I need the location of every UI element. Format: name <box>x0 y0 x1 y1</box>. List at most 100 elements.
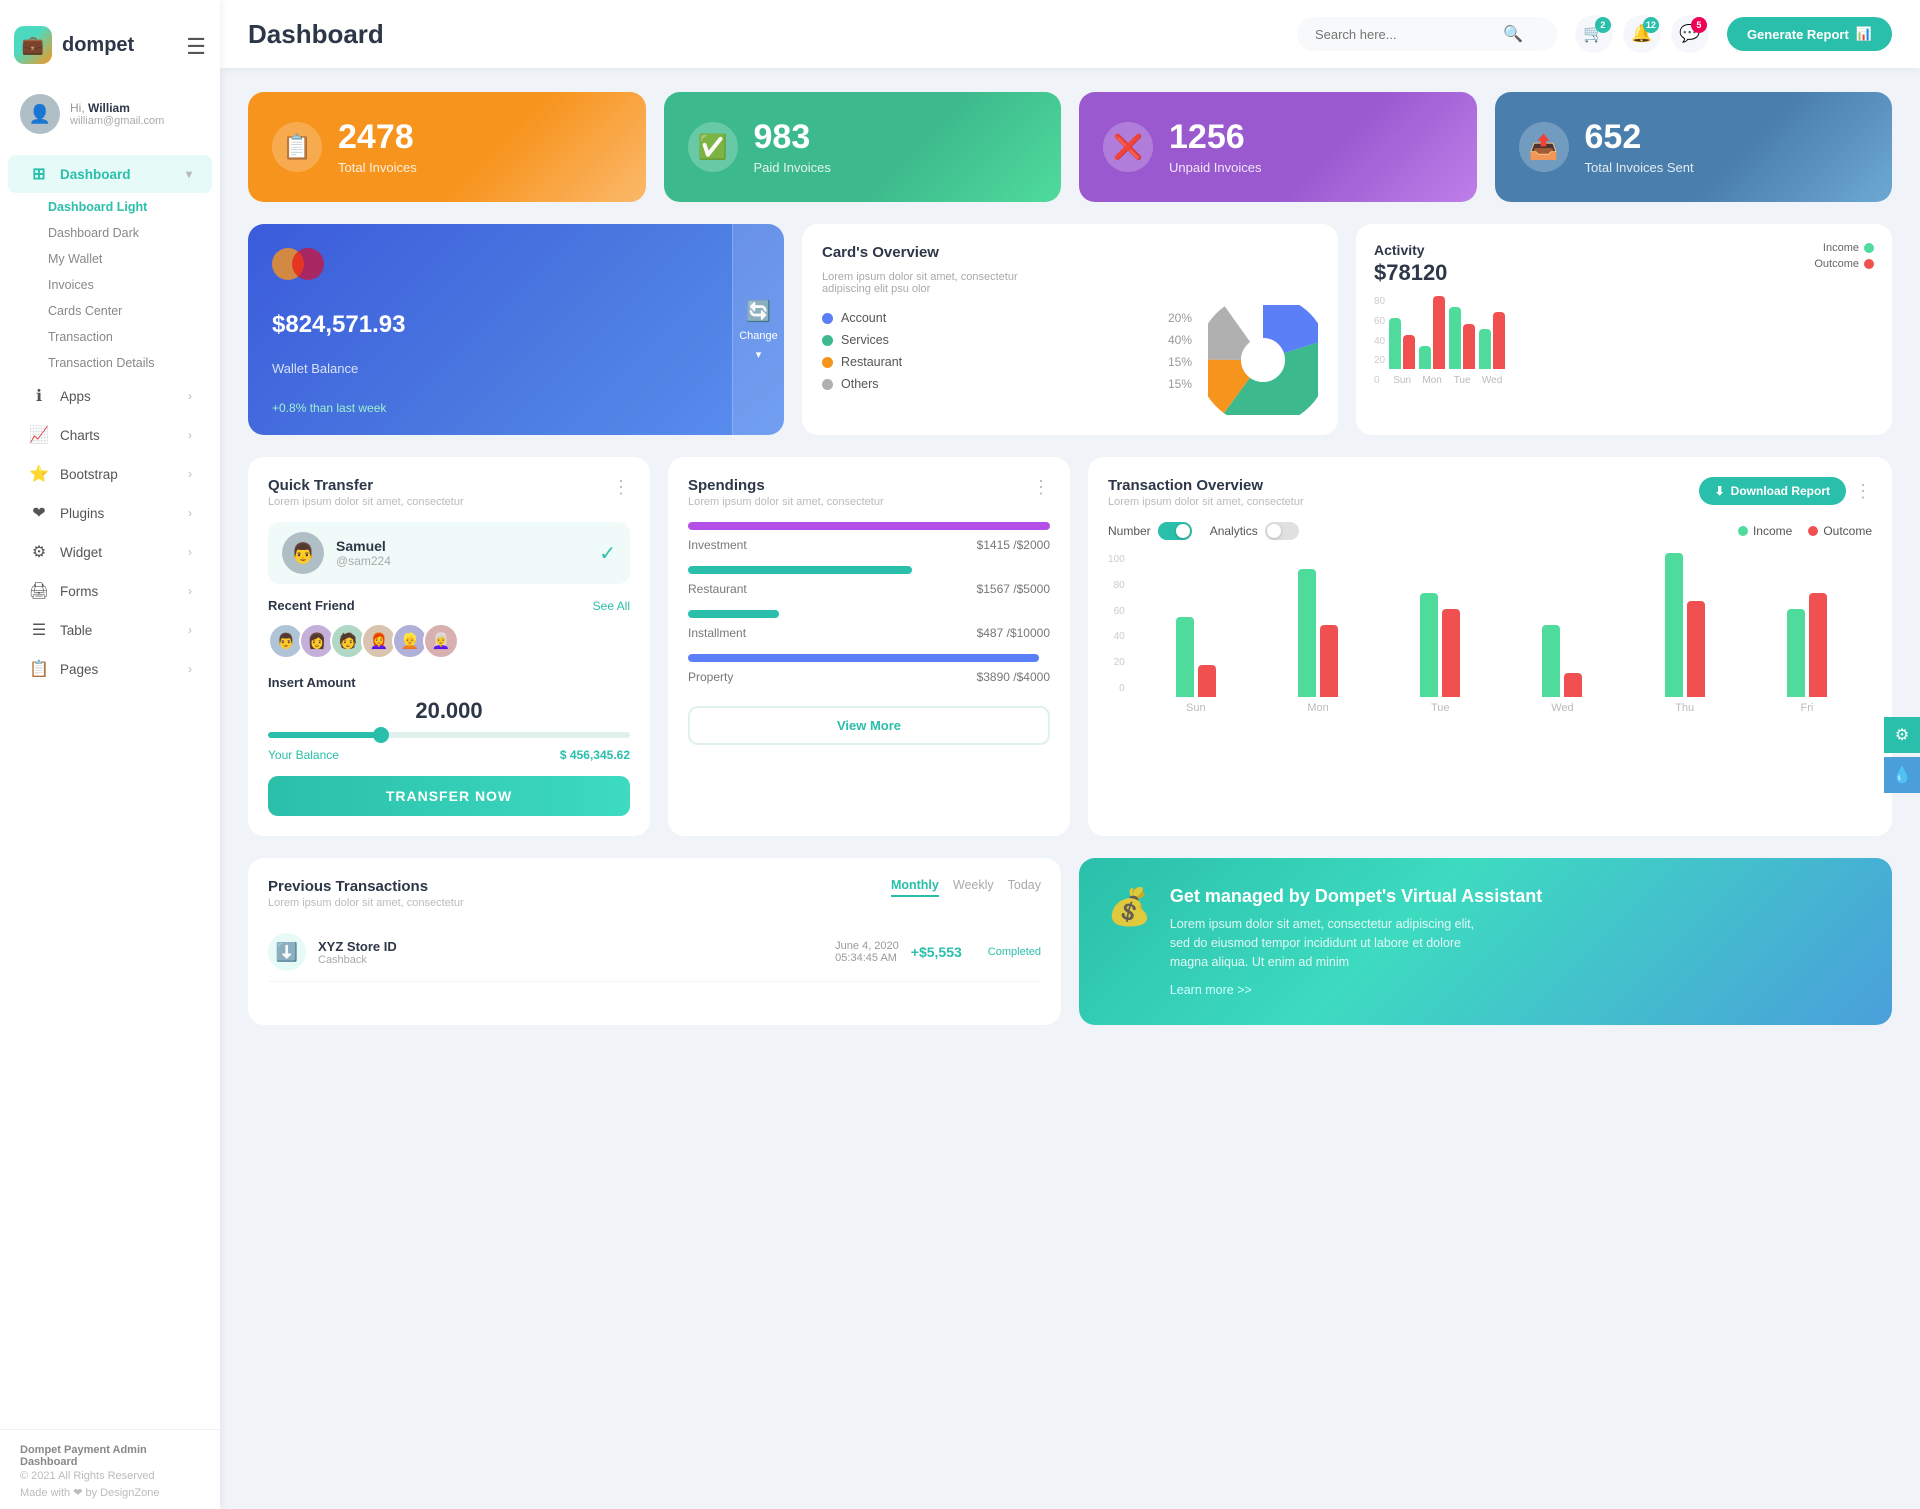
friend-avatar-6[interactable]: 👩‍🦳 <box>423 623 459 659</box>
pt-tab-weekly[interactable]: Weekly <box>953 878 994 897</box>
spending-bar-property <box>688 654 1039 662</box>
total-sent-icon: 📤 <box>1519 122 1569 172</box>
legend-pct-restaurant: 15% <box>1168 355 1192 369</box>
user-email: william@gmail.com <box>70 115 164 127</box>
bar-group-wed: Wed <box>1479 312 1505 386</box>
sidebar-sub-cards-center[interactable]: Cards Center <box>38 298 220 324</box>
big-bar-pair-sun <box>1176 617 1216 697</box>
generate-report-button[interactable]: Generate Report 📊 <box>1727 17 1892 51</box>
download-icon: ⬇ <box>1715 484 1725 498</box>
hamburger-icon[interactable]: ☰ <box>172 16 206 74</box>
transaction-overview-header: Transaction Overview Lorem ipsum dolor s… <box>1108 477 1872 508</box>
sidebar-item-dashboard[interactable]: ⊞ Dashboard ▾ <box>8 155 212 193</box>
chevron-right-icon-2: › <box>188 428 192 442</box>
transaction-type: Cashback <box>318 954 823 966</box>
spendings-card: Spendings Lorem ipsum dolor sit amet, co… <box>668 457 1070 836</box>
message-icon-btn[interactable]: 💬 5 <box>1671 15 1709 53</box>
big-bar-pair-wed <box>1542 625 1582 697</box>
big-bar-pair-mon <box>1298 569 1338 697</box>
transfer-user[interactable]: 👨 Samuel @sam224 ✓ <box>268 522 630 584</box>
stat-card-total-invoices: 📋 2478 Total Invoices <box>248 92 646 202</box>
table-icon: ☰ <box>28 620 50 640</box>
sidebar-item-forms[interactable]: 🖨 Forms › <box>8 572 212 610</box>
chart-icon: 📊 <box>1856 26 1872 42</box>
more-dots-spendings[interactable]: ⋮ <box>1032 477 1050 498</box>
search-bar[interactable]: 🔍 <box>1297 17 1557 51</box>
transfer-handle: @sam224 <box>336 554 391 568</box>
sidebar-item-bootstrap[interactable]: ⭐ Bootstrap › <box>8 455 212 493</box>
transaction-legend-group: Income Outcome <box>1738 524 1872 538</box>
insert-amount-label: Insert Amount <box>268 675 630 690</box>
transaction-status: Completed <box>988 946 1041 958</box>
bar-tue-income <box>1449 307 1461 369</box>
unpaid-invoices-label: Unpaid Invoices <box>1169 160 1262 175</box>
slider-thumb[interactable] <box>373 727 389 743</box>
activity-outcome-legend: Outcome <box>1814 258 1874 270</box>
water-panel-btn[interactable]: 💧 <box>1884 757 1920 793</box>
transaction-date: June 4, 2020 <box>835 940 899 952</box>
download-report-button[interactable]: ⬇ Download Report <box>1699 477 1846 505</box>
row2: $824,571.93 Wallet Balance +0.8% than la… <box>248 224 1892 435</box>
widget-icon: ⚙ <box>28 542 50 562</box>
sidebar-item-apps[interactable]: ℹ Apps › <box>8 377 212 415</box>
apps-icon: ℹ <box>28 386 50 406</box>
spending-amount-installment: $487 /$10000 <box>977 626 1050 640</box>
activity-amount: $78120 <box>1374 260 1447 286</box>
activity-y-labels: 806040200 <box>1374 296 1389 386</box>
activity-outcome-label: Outcome <box>1814 258 1859 270</box>
wallet-label: Wallet Balance <box>272 361 760 376</box>
spending-label-investment: Investment <box>688 538 747 552</box>
sidebar-item-charts[interactable]: 📈 Charts › <box>8 416 212 454</box>
brand-name: dompet <box>62 34 134 57</box>
sidebar-sub-dashboard-light[interactable]: Dashboard Light <box>38 194 220 220</box>
transfer-now-button[interactable]: TRANSFER NOW <box>268 776 630 816</box>
more-dots-transaction-overview[interactable]: ⋮ <box>1854 481 1872 502</box>
more-dots-quick-transfer[interactable]: ⋮ <box>612 477 630 498</box>
bar-label-wed: Wed <box>1482 375 1502 386</box>
sidebar-item-pages[interactable]: 📋 Pages › <box>8 650 212 688</box>
cart-icon-btn[interactable]: 🛒 2 <box>1575 15 1613 53</box>
transfer-avatar: 👨 <box>282 532 324 574</box>
sidebar-sub-my-wallet[interactable]: My Wallet <box>38 246 220 272</box>
chevron-right-icon-7: › <box>188 623 192 637</box>
legend-dot-restaurant <box>822 357 833 368</box>
see-all-link[interactable]: See All <box>593 599 630 613</box>
sidebar-sub-dashboard-dark[interactable]: Dashboard Dark <box>38 220 220 246</box>
legend-dot-services <box>822 335 833 346</box>
legend-services: Services 40% <box>822 333 1192 347</box>
sidebar-sub-transaction-details[interactable]: Transaction Details <box>38 350 220 376</box>
transaction-amount: +$5,553 <box>911 944 962 960</box>
search-input[interactable] <box>1315 27 1495 42</box>
legend-pct-services: 40% <box>1168 333 1192 347</box>
settings-panel-btn[interactable]: ⚙ <box>1884 717 1920 753</box>
big-bar-wed: Wed <box>1505 625 1619 714</box>
analytics-toggle[interactable] <box>1265 522 1299 540</box>
sidebar-sub-transaction[interactable]: Transaction <box>38 324 220 350</box>
sidebar-item-widget[interactable]: ⚙ Widget › <box>8 533 212 571</box>
logo-icon: 💼 <box>14 26 52 64</box>
content-area: 📋 2478 Total Invoices ✅ 983 Paid Invoice… <box>220 68 1920 1509</box>
bar-sun-outcome <box>1403 335 1415 369</box>
view-more-button[interactable]: View More <box>688 706 1050 745</box>
big-bar-fri-income <box>1787 609 1805 697</box>
notification-icon-btn[interactable]: 🔔 12 <box>1623 15 1661 53</box>
wallet-change: +0.8% than last week <box>272 401 760 415</box>
recent-friend-title: Recent Friend <box>268 598 355 613</box>
sidebar-item-plugins[interactable]: ❤ Plugins › <box>8 494 212 532</box>
table-row: ⬇️ XYZ Store ID Cashback June 4, 2020 05… <box>268 923 1041 982</box>
chevron-down-icon: ▾ <box>186 167 192 181</box>
change-button[interactable]: 🔄 Change ▾ <box>732 224 784 435</box>
number-toggle[interactable] <box>1158 522 1192 540</box>
total-invoices-icon: 📋 <box>272 122 322 172</box>
amount-display: 20.000 <box>268 698 630 724</box>
sidebar-item-table[interactable]: ☰ Table › <box>8 611 212 649</box>
pt-tab-monthly[interactable]: Monthly <box>891 878 939 897</box>
quick-transfer-subtitle: Lorem ipsum dolor sit amet, consectetur <box>268 496 464 508</box>
topbar-icons: 🛒 2 🔔 12 💬 5 <box>1575 15 1709 53</box>
slider-bar[interactable] <box>268 732 630 738</box>
sidebar-dashboard-label: Dashboard <box>60 167 131 182</box>
va-learn-more-link[interactable]: Learn more >> <box>1170 983 1542 997</box>
pt-tab-today[interactable]: Today <box>1008 878 1041 897</box>
user-greeting: Hi, William <box>70 101 164 115</box>
sidebar-sub-invoices[interactable]: Invoices <box>38 272 220 298</box>
